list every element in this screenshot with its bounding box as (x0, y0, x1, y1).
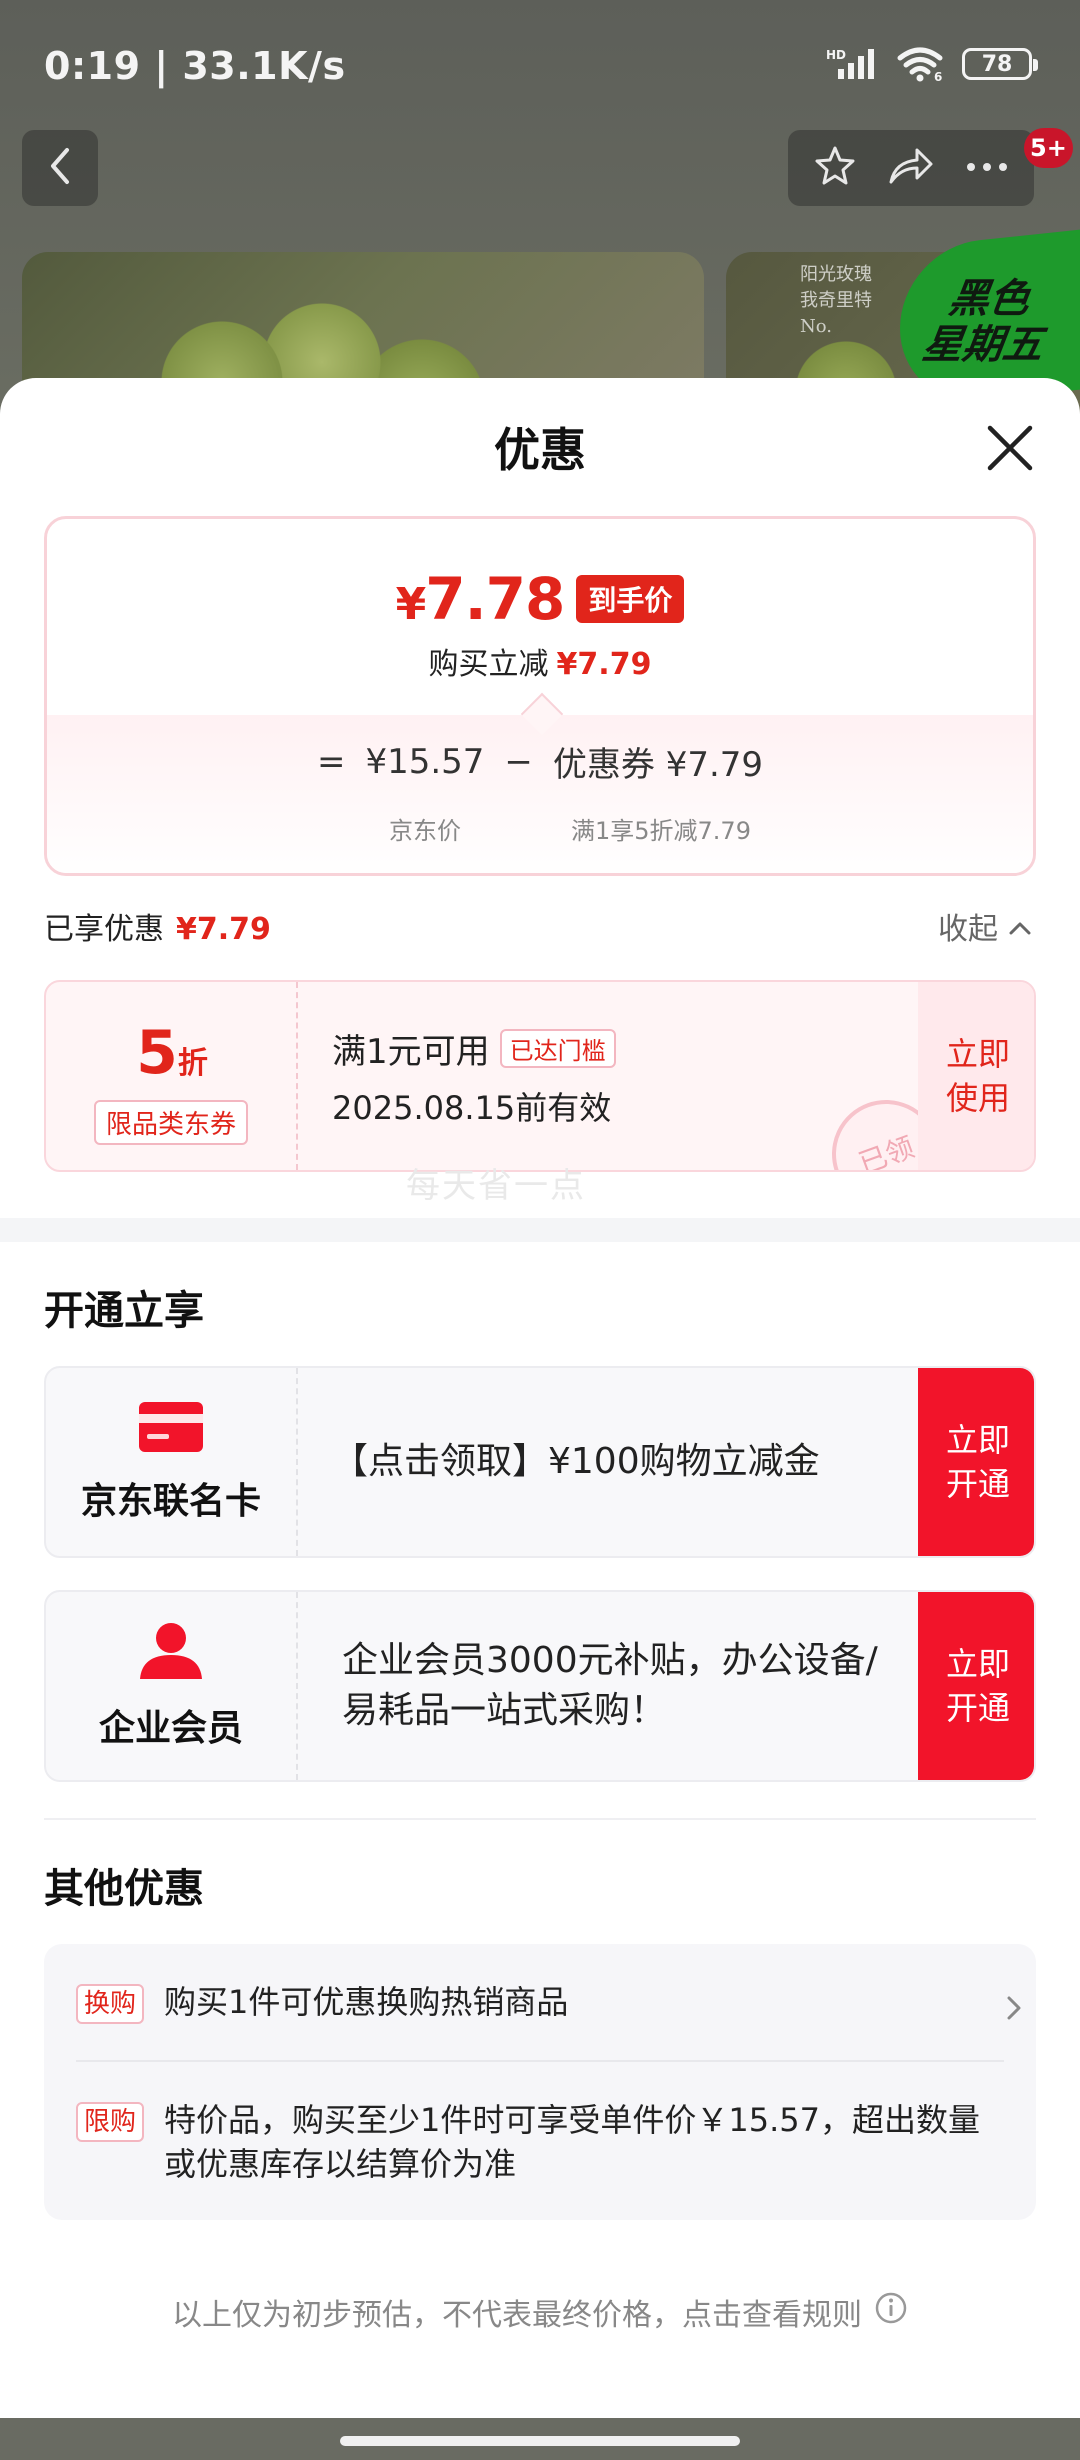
coupon-discount-unit: 折 (177, 1046, 208, 1081)
open-now-button[interactable]: 立即 开通 (918, 1368, 1034, 1556)
battery-indicator: 78 (962, 48, 1038, 80)
chevron-right-icon (1006, 1988, 1022, 2032)
chevron-left-icon (45, 146, 75, 190)
credit-card-icon (137, 1400, 205, 1458)
instant-discount-row: 购买立减 ¥7.79 (47, 639, 1033, 683)
minus-sign: − (504, 741, 533, 782)
star-icon[interactable] (813, 144, 857, 192)
footer-note-text: 以上仅为初步预估，不代表最终价格，点击查看规则 (172, 2298, 862, 2333)
coupon-note: 满1享5折减7.79 (571, 817, 751, 845)
collapse-toggle[interactable]: 收起 (938, 904, 1032, 948)
price-formula: = ¥15.57 − 优惠券 ¥7.79 (47, 737, 1033, 786)
coupon-amount: 优惠券 ¥7.79 (552, 745, 764, 785)
coupon-details: 满1元可用 已达门槛 2025.08.15前有效 (332, 1024, 616, 1129)
final-price-tag: 到手价 (576, 575, 685, 623)
other-offers-list: 换购 购买1件可优惠换购热销商品 限购 特价品，购买至少1件时可享受单件价￥15… (44, 1944, 1036, 2220)
coupon-validity: 2025.08.15前有效 (332, 1089, 612, 1127)
coupon-discount: 5折 (46, 1018, 298, 1088)
section-divider (0, 1218, 1080, 1242)
open-card-name: 企业会员 (98, 1708, 243, 1749)
close-button[interactable] (978, 416, 1042, 480)
open-card-desc: 企业会员3000元补贴，办公设备/易耗品一站式采购！ (342, 1640, 878, 1731)
use-now-button[interactable]: 立即 使用 (918, 982, 1034, 1170)
notification-badge: 5+ (1024, 128, 1073, 168)
sheet-title: 优惠 (494, 423, 586, 477)
open-now-button[interactable]: 立即 开通 (918, 1592, 1034, 1780)
section-separator (44, 1818, 1036, 1820)
svg-text:6: 6 (934, 70, 942, 82)
other-offers-separator (76, 2060, 1004, 2062)
final-price-value: 7.78 (425, 565, 565, 633)
share-icon[interactable] (887, 144, 935, 192)
other-section-title: 其他优惠 (44, 1866, 204, 1912)
discount-sheet: 优惠 ¥7.78 到手价 购买立减 ¥7.79 = ¥15.57 − 优惠券 ¥7… (0, 378, 1080, 2418)
other-offer-exchange[interactable]: 换购 购买1件可优惠换购热销商品 (76, 1980, 1021, 2024)
pricing-rules-link[interactable]: 以上仅为初步预估，不代表最终价格，点击查看规则 (0, 2290, 1080, 2334)
open-section-title: 开通立享 (44, 1288, 204, 1334)
jd-price-note: 京东价 (389, 817, 461, 845)
offer-text: 购买1件可优惠换购热销商品 (164, 1983, 569, 2021)
info-icon (874, 2291, 908, 2333)
enjoyed-label: 已享优惠 (44, 912, 164, 947)
instant-discount-label: 购买立减 (428, 647, 549, 682)
coupon-discount-number: 5 (136, 1018, 178, 1088)
person-icon (138, 1621, 204, 1685)
equals-sign: = (316, 741, 346, 782)
price-formula-section: = ¥15.57 − 优惠券 ¥7.79 京东价 满1享5折减7.79 (47, 715, 1033, 873)
price-breakdown-card: ¥7.78 到手价 购买立减 ¥7.79 = ¥15.57 − 优惠券 ¥7.79… (44, 516, 1036, 876)
coupon-card: 5折 限品类东券 满1元可用 已达门槛 2025.08.15前有效 已领 立即 … (44, 980, 1036, 1172)
open-card-desc: 【点击领取】¥100购物立减金 (332, 1441, 820, 1482)
final-price: ¥7.78 (395, 565, 566, 633)
svg-text:HD: HD (826, 48, 846, 62)
open-card-jd-co-brand[interactable]: 京东联名卡 【点击领取】¥100购物立减金 立即 开通 (44, 1366, 1036, 1558)
close-icon (978, 425, 1042, 484)
open-card-enterprise-member[interactable]: 企业会员 企业会员3000元补贴，办公设备/易耗品一站式采购！ 立即 开通 (44, 1590, 1036, 1782)
final-price-row: ¥7.78 到手价 (47, 565, 1033, 633)
enjoyed-discount-row: 已享优惠 ¥7.79 (44, 904, 271, 948)
product-banner-text: 阳光玫瑰 我奇里特 No. (800, 264, 872, 337)
coupon-type-badge: 限品类东券 (94, 1100, 249, 1145)
offer-text: 特价品，购买至少1件时可享受单件价￥15.57，超出数量或优惠库存以结算价为准 (164, 2101, 980, 2183)
more-icon[interactable] (965, 159, 1009, 178)
coupon-condition: 满1元可用 (332, 1032, 490, 1072)
nav-actions (788, 130, 1034, 206)
cellular-signal-icon: HD (826, 47, 878, 81)
chevron-up-icon (1008, 909, 1032, 944)
black-friday-label: 黑色 星期五 (919, 276, 1046, 368)
currency-symbol: ¥ (395, 579, 427, 630)
final-price-section: ¥7.78 到手价 购买立减 ¥7.79 (47, 519, 1033, 715)
watermark-text: 每天省一点 (406, 1166, 586, 1206)
wifi-icon: 6 (896, 46, 944, 82)
coupon-value-panel: 5折 限品类东券 (46, 982, 298, 1170)
status-bar: 0:19 | 33.1K/s HD 6 78 (0, 0, 1080, 140)
home-indicator[interactable] (340, 2436, 740, 2446)
other-offer-limited: 限购 特价品，购买至少1件时可享受单件价￥15.57，超出数量或优惠库存以结算价… (76, 2098, 1006, 2190)
collapse-label: 收起 (938, 912, 998, 947)
offer-tag: 限购 (76, 2102, 145, 2142)
threshold-reached-badge: 已达门槛 (499, 1029, 616, 1068)
coupon-condition-row: 满1元可用 已达门槛 (332, 1024, 616, 1073)
open-card-name: 京东联名卡 (80, 1481, 261, 1522)
enjoyed-value: ¥7.79 (176, 912, 271, 947)
offer-tag: 换购 (76, 1984, 145, 2024)
back-button[interactable] (22, 130, 98, 206)
open-card-left: 京东联名卡 (46, 1368, 298, 1556)
open-card-left: 企业会员 (46, 1592, 298, 1780)
instant-discount-value: ¥7.79 (556, 647, 652, 682)
status-icons: HD 6 78 (826, 46, 1038, 82)
status-time: 0:19 | 33.1K/s (44, 44, 346, 88)
jd-price: ¥15.57 (365, 741, 485, 782)
